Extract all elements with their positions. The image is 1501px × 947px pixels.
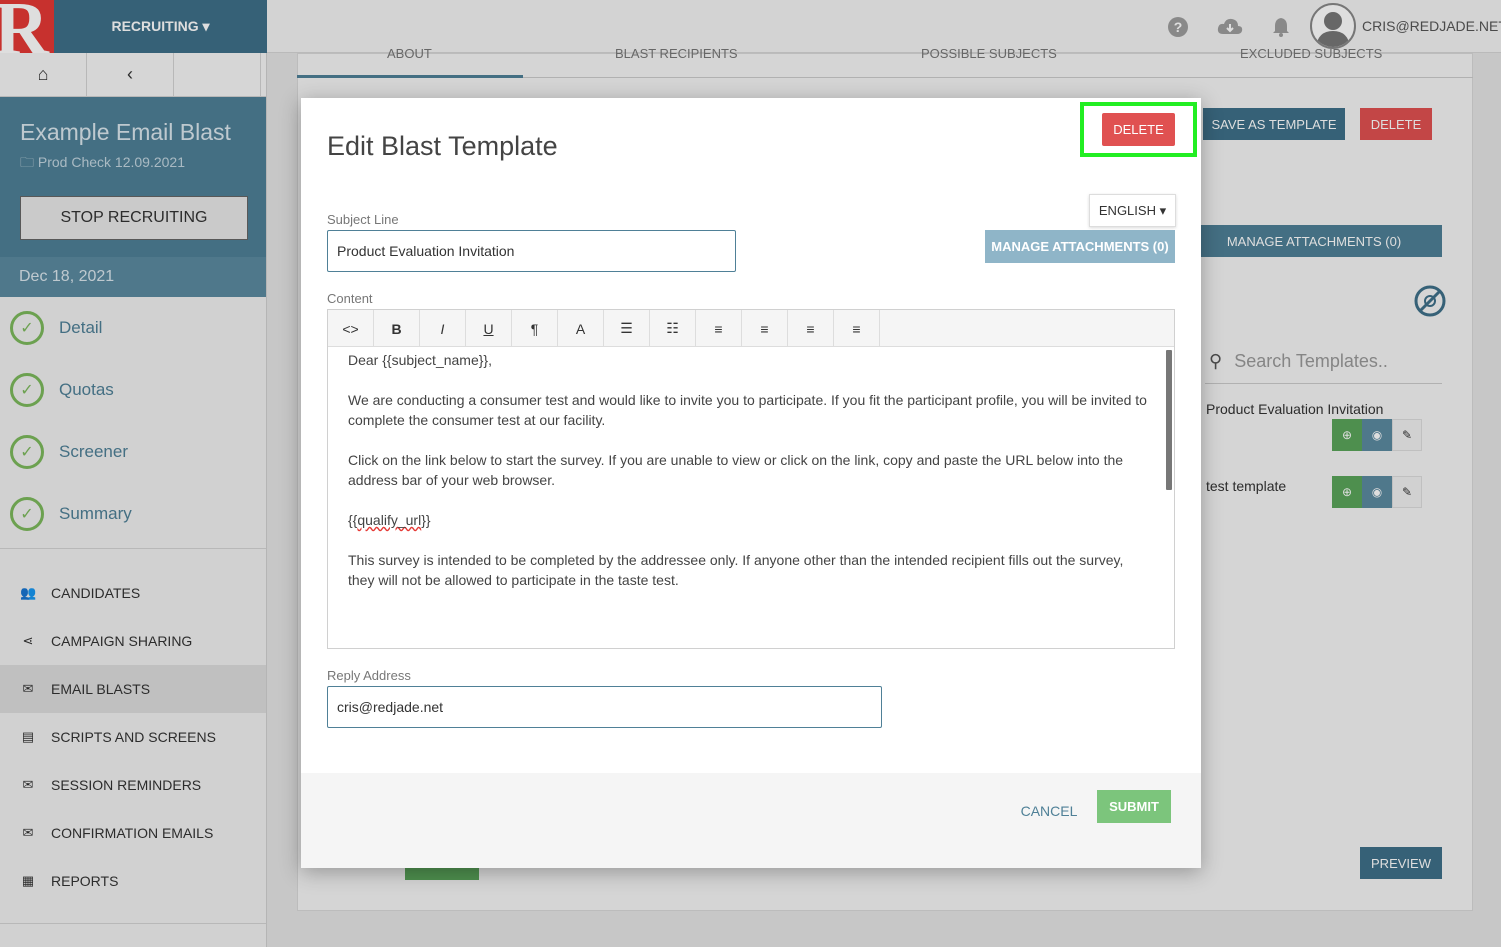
editor-content[interactable]: Dear {{subject_name}}, We are conducting… [348,350,1148,610]
token-word: qualify_url [357,512,422,528]
font-color-icon[interactable]: A [558,310,604,347]
numbered-list-icon[interactable]: ☷ [650,310,696,347]
bulleted-list-icon[interactable]: ☰ [604,310,650,347]
align-left-icon[interactable]: ≡ [696,310,742,347]
subject-input[interactable]: Product Evaluation Invitation [327,230,736,272]
token-close: }} [421,512,431,528]
submit-button[interactable]: SUBMIT [1097,790,1171,823]
reply-address-input[interactable]: cris@redjade.net [327,686,882,728]
email-paragraph: Click on the link below to start the sur… [348,452,1124,488]
email-paragraph: We are conducting a consumer test and wo… [348,392,1147,428]
editor-scrollbar[interactable] [1166,350,1172,490]
modal-title: Edit Blast Template [327,131,558,161]
email-url-token: {{qualify_url}} [348,510,1148,530]
email-paragraph: This survey is intended to be completed … [348,552,1124,588]
subject-label: Subject Line [327,212,399,227]
editor-toolbar: <> B I U ¶ A ☰ ☷ ≡ ≡ ≡ ≡ [328,310,1174,347]
content-editor[interactable]: <> B I U ¶ A ☰ ☷ ≡ ≡ ≡ ≡ Dear {{subject_… [327,309,1175,649]
edit-template-modal: Edit Blast Template DELETE Subject Line … [301,98,1201,868]
modal-footer: CANCEL SUBMIT [301,773,1201,868]
align-center-icon[interactable]: ≡ [742,310,788,347]
cancel-button[interactable]: CANCEL [1015,795,1083,827]
email-greeting: Dear {{subject_name}}, [348,352,492,368]
bold-icon[interactable]: B [374,310,420,347]
token-open: {{ [348,512,358,528]
code-view-icon[interactable]: <> [328,310,374,347]
content-label: Content [327,291,373,306]
paragraph-icon[interactable]: ¶ [512,310,558,347]
underline-icon[interactable]: U [466,310,512,347]
language-dropdown[interactable]: ENGLISH ▾ [1089,194,1176,227]
reply-label: Reply Address [327,668,411,683]
align-right-icon[interactable]: ≡ [788,310,834,347]
manage-attachments-button[interactable]: MANAGE ATTACHMENTS (0) [985,230,1175,263]
justify-icon[interactable]: ≡ [834,310,880,347]
italic-icon[interactable]: I [420,310,466,347]
delete-button[interactable]: DELETE [1102,113,1175,146]
